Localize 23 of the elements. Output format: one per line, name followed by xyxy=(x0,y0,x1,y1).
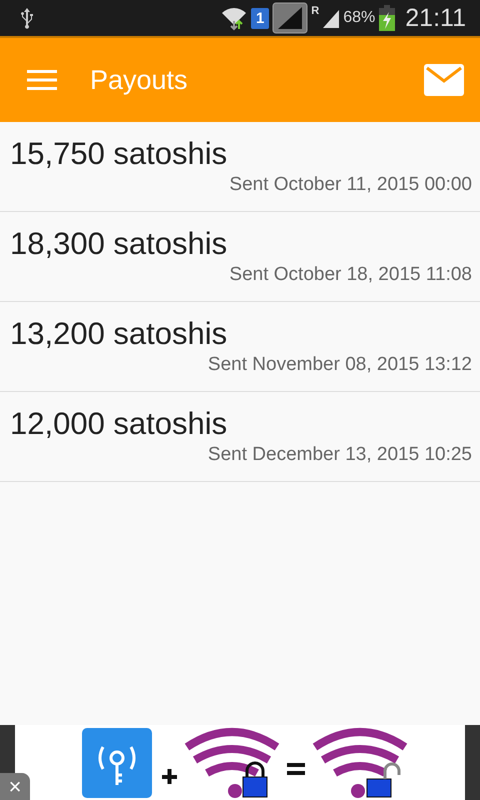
payout-date: Sent December 13, 2015 10:25 xyxy=(208,444,472,466)
payout-amount: 18,300 satoshis xyxy=(10,226,228,262)
menu-icon[interactable] xyxy=(27,69,57,91)
wifi-icon xyxy=(220,5,248,31)
clock: 21:11 xyxy=(405,4,466,32)
sim-badge: 1 xyxy=(250,8,270,28)
roaming-indicator: R xyxy=(311,5,320,17)
payout-date: Sent October 18, 2015 11:08 xyxy=(229,264,472,286)
usb-icon xyxy=(20,7,34,29)
payout-amount: 15,750 satoshis xyxy=(10,136,228,172)
payout-item[interactable]: 18,300 satoshis Sent October 18, 2015 11:08 xyxy=(0,212,480,302)
payout-amount: 12,000 satoshis xyxy=(10,406,228,442)
screen-title: Payouts xyxy=(90,64,189,96)
battery-icon xyxy=(378,5,396,31)
payout-item[interactable]: 12,000 satoshis Sent December 13, 2015 10:25 xyxy=(0,392,480,482)
payout-date: Sent November 08, 2015 13:12 xyxy=(208,354,472,376)
payout-item[interactable]: 13,200 satoshis Sent November 08, 2015 13:12 xyxy=(0,302,480,392)
close-ad-button[interactable]: × xyxy=(0,773,30,800)
payout-item[interactable]: 15,750 satoshis Sent October 11, 2015 00:00 xyxy=(0,122,480,212)
payout-amount: 13,200 satoshis xyxy=(10,316,228,352)
envelope-icon[interactable] xyxy=(424,64,464,96)
battery-percent: 68% xyxy=(343,9,376,27)
payout-date: Sent October 11, 2015 00:00 xyxy=(229,174,472,196)
